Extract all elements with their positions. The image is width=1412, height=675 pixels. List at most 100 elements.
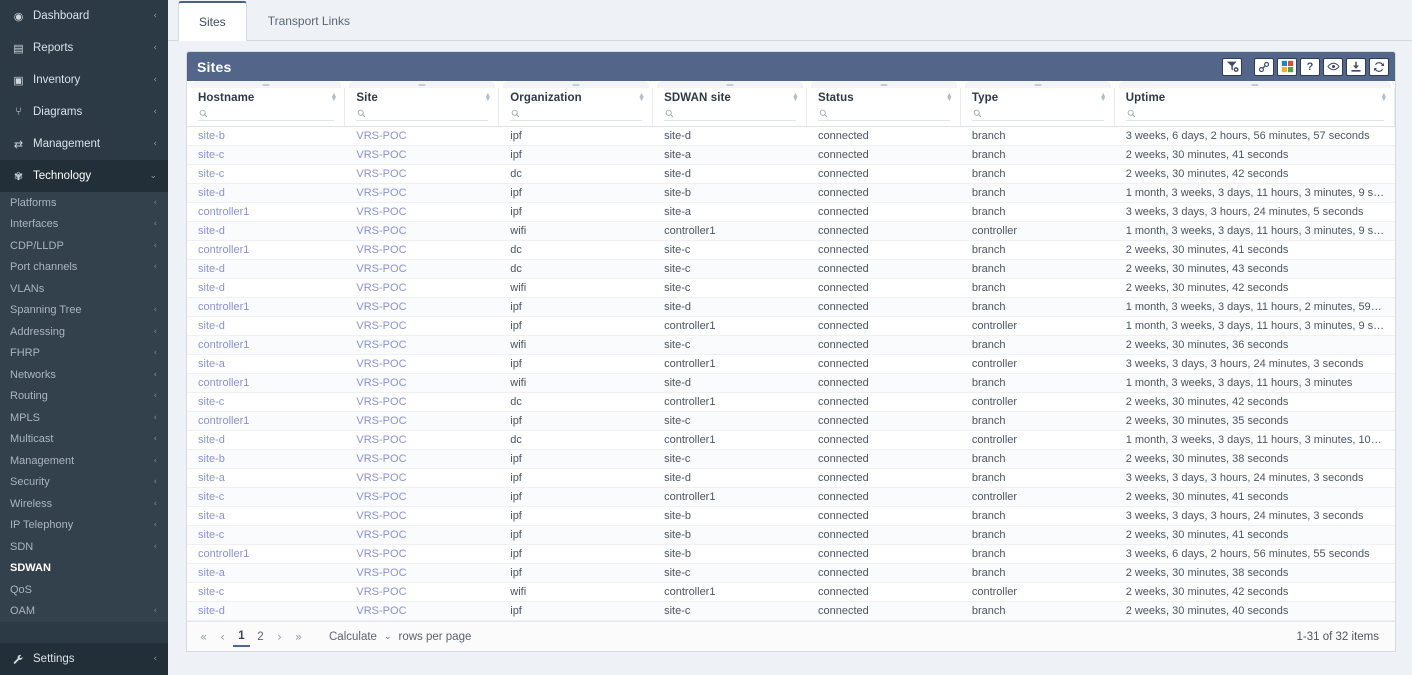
table-row[interactable]: site-d VRS-POC wifi site-c connected branch 2 … (187, 278, 1395, 298)
cell-site[interactable]: VRS-POC (345, 582, 500, 602)
cell-site[interactable]: VRS-POC (345, 335, 500, 355)
cell-site[interactable]: VRS-POC (345, 430, 500, 450)
sidebar-subitem-qos[interactable]: QoS (0, 579, 168, 601)
sidebar-subitem-mpls[interactable]: MPLS ‹ (0, 407, 168, 429)
site-link[interactable]: VRS-POC (356, 301, 406, 313)
hostname-link[interactable]: site-c (198, 149, 224, 161)
column-filter-input[interactable] (971, 107, 1104, 121)
filter-settings-button[interactable] (1222, 57, 1242, 76)
column-header-site[interactable]: Site ▲ ▼ (345, 81, 500, 127)
table-row[interactable]: controller1 VRS-POC ipf site-c connected bran… (187, 411, 1395, 431)
hostname-link[interactable]: site-b (198, 453, 225, 465)
table-row[interactable]: controller1 VRS-POC ipf site-d connected bran… (187, 297, 1395, 317)
site-link[interactable]: VRS-POC (356, 339, 406, 351)
cell-site[interactable]: VRS-POC (345, 601, 500, 621)
cell-hostname[interactable]: controller1 (187, 202, 346, 222)
column-resize-handle[interactable] (503, 81, 650, 88)
cell-hostname[interactable]: site-d (187, 430, 346, 450)
hostname-link[interactable]: site-d (198, 187, 225, 199)
cell-site[interactable]: VRS-POC (345, 354, 500, 374)
sidebar-subitem-management[interactable]: Management ‹ (0, 450, 168, 472)
site-link[interactable]: VRS-POC (356, 244, 406, 256)
sort-toggle-icon[interactable]: ▲ ▼ (946, 92, 953, 103)
cell-site[interactable]: VRS-POC (345, 221, 500, 241)
site-link[interactable]: VRS-POC (356, 130, 406, 142)
sidebar-item-technology[interactable]: ✾ Technology ⌄ (0, 160, 168, 192)
cell-hostname[interactable]: site-d (187, 316, 346, 336)
sidebar-subitem-ip-telephony[interactable]: IP Telephony ‹ (0, 515, 168, 537)
view-button[interactable] (1323, 57, 1343, 76)
table-row[interactable]: controller1 VRS-POC ipf site-b connected bran… (187, 544, 1395, 564)
cell-site[interactable]: VRS-POC (345, 240, 500, 260)
sort-toggle-icon[interactable]: ▲ ▼ (1100, 92, 1107, 103)
table-row[interactable]: controller1VRS-POCdcsite-dconnectedbranc… (187, 620, 1395, 621)
column-filter-input[interactable] (356, 107, 489, 121)
site-link[interactable]: VRS-POC (356, 206, 406, 218)
sidebar-item-diagrams[interactable]: ⑂ Diagrams ‹ (0, 96, 168, 128)
sidebar-subitem-port-channels[interactable]: Port channels ‹ (0, 257, 168, 279)
column-resize-handle[interactable] (810, 81, 957, 88)
sidebar-item-reports[interactable]: ▤ Reports ‹ (0, 32, 168, 64)
cell-hostname[interactable]: controller1 (187, 335, 346, 355)
table-row[interactable]: site-c VRS-POC ipf site-a connected branch 2 w… (187, 145, 1395, 165)
column-resize-handle[interactable] (964, 81, 1111, 88)
sidebar-subitem-vlans[interactable]: VLANs (0, 278, 168, 300)
hostname-link[interactable]: site-a (198, 472, 225, 484)
refresh-button[interactable] (1369, 57, 1389, 76)
table-scroll-area[interactable]: Hostname ▲ ▼ Site ▲ ▼ Organization ▲ ▼ SDWAN site… (187, 81, 1395, 621)
site-link[interactable]: VRS-POC (356, 415, 406, 427)
site-link[interactable]: VRS-POC (356, 377, 406, 389)
cell-site[interactable]: VRS-POC (345, 487, 500, 507)
cell-hostname[interactable]: controller1 (187, 411, 346, 431)
table-row[interactable]: site-a VRS-POC ipf controller1 connected cont… (187, 354, 1395, 374)
hostname-link[interactable]: site-a (198, 510, 225, 522)
sidebar-subitem-platforms[interactable]: Platforms ‹ (0, 192, 168, 214)
table-row[interactable]: site-c VRS-POC ipf site-b connected branch 2 w… (187, 525, 1395, 545)
hostname-link[interactable]: site-c (198, 396, 224, 408)
cell-hostname[interactable]: site-a (187, 354, 346, 374)
table-row[interactable]: controller1 VRS-POC wifi site-d connected bra… (187, 373, 1395, 393)
cell-site[interactable]: VRS-POC (345, 259, 500, 279)
page-button-2[interactable]: 2 (252, 627, 269, 647)
sort-toggle-icon[interactable]: ▲ ▼ (1380, 92, 1387, 103)
table-row[interactable]: site-d VRS-POC wifi controller1 connected con… (187, 221, 1395, 241)
table-row[interactable]: site-a VRS-POC ipf site-b connected branch 3 w… (187, 506, 1395, 526)
table-row[interactable]: site-c VRS-POC ipf controller1 connected cont… (187, 487, 1395, 507)
cell-hostname[interactable]: site-c (187, 145, 346, 165)
cell-site[interactable]: VRS-POC (345, 620, 500, 621)
site-link[interactable]: VRS-POC (356, 453, 406, 465)
column-resize-handle[interactable] (349, 81, 496, 88)
site-link[interactable]: VRS-POC (356, 282, 406, 294)
sidebar-item-inventory[interactable]: ▣ Inventory ‹ (0, 64, 168, 96)
cell-hostname[interactable]: site-d (187, 278, 346, 298)
cell-hostname[interactable]: site-c (187, 392, 346, 412)
table-row[interactable]: controller1 VRS-POC wifi site-c connected bra… (187, 335, 1395, 355)
cell-hostname[interactable]: site-c (187, 164, 346, 184)
sidebar-subitem-security[interactable]: Security ‹ (0, 472, 168, 494)
table-row[interactable]: controller1 VRS-POC dc site-c connected branc… (187, 240, 1395, 260)
sidebar-subitem-addressing[interactable]: Addressing ‹ (0, 321, 168, 343)
cell-site[interactable]: VRS-POC (345, 506, 500, 526)
column-header-sdwan-site[interactable]: SDWAN site ▲ ▼ (653, 81, 807, 127)
table-row[interactable]: site-d VRS-POC dc site-c connected branch 2 we… (187, 259, 1395, 279)
sidebar-subitem-sdn[interactable]: SDN ‹ (0, 536, 168, 558)
cell-site[interactable]: VRS-POC (345, 449, 500, 469)
hostname-link[interactable]: site-d (198, 434, 225, 446)
sidebar-subitem-multicast[interactable]: Multicast ‹ (0, 429, 168, 451)
cell-site[interactable]: VRS-POC (345, 392, 500, 412)
table-row[interactable]: site-a VRS-POC ipf site-d connected branch 3 w… (187, 468, 1395, 488)
cell-site[interactable]: VRS-POC (345, 164, 500, 184)
link-button[interactable] (1254, 57, 1274, 76)
hostname-link[interactable]: site-b (198, 130, 225, 142)
site-link[interactable]: VRS-POC (356, 168, 406, 180)
table-row[interactable]: site-b VRS-POC ipf site-d connected branch 3 w… (187, 126, 1395, 146)
sidebar-subitem-spanning-tree[interactable]: Spanning Tree ‹ (0, 300, 168, 322)
column-filter-input[interactable] (198, 107, 335, 121)
color-grid-button[interactable] (1277, 57, 1297, 76)
site-link[interactable]: VRS-POC (356, 567, 406, 579)
hostname-link[interactable]: site-d (198, 263, 225, 275)
hostname-link[interactable]: controller1 (198, 206, 249, 218)
sidebar-subitem-cdp-lldp[interactable]: CDP/LLDP ‹ (0, 235, 168, 257)
site-link[interactable]: VRS-POC (356, 225, 406, 237)
site-link[interactable]: VRS-POC (356, 320, 406, 332)
